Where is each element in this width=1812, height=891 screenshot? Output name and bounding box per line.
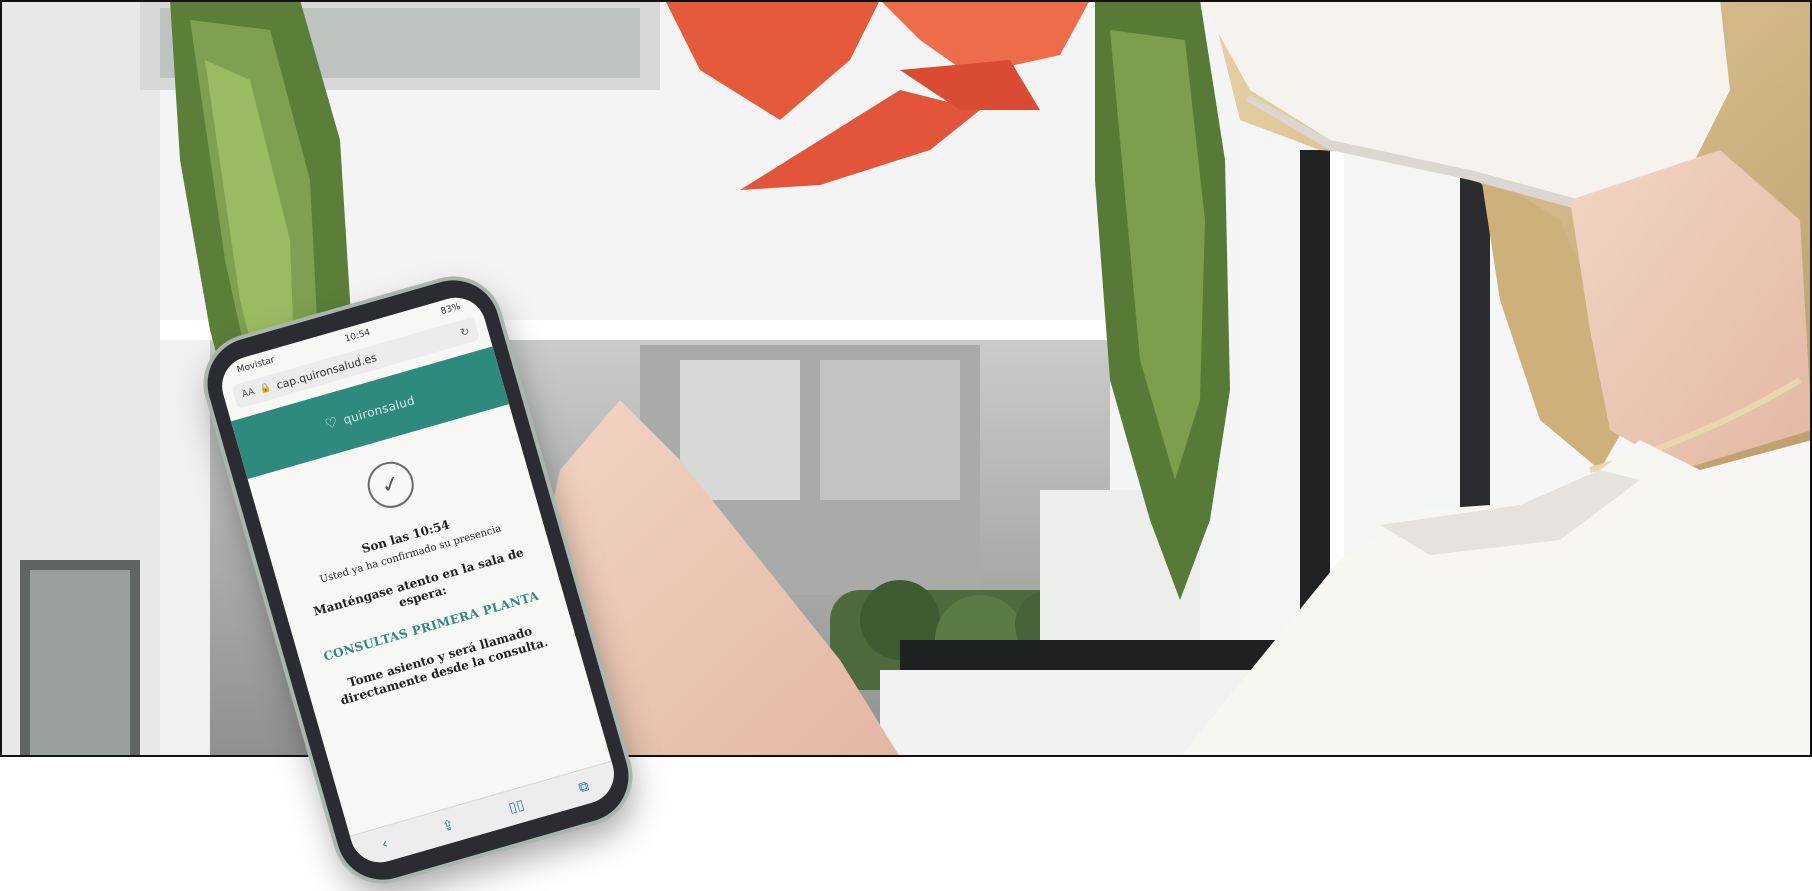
check-circle-icon: ✓ [362, 456, 420, 514]
share-icon[interactable]: ⇪ [441, 817, 457, 836]
reload-icon[interactable]: ↻ [458, 324, 470, 339]
lock-icon: 🔒 [258, 382, 273, 395]
book-icon[interactable]: ▯▯ [507, 797, 526, 817]
browser-toolbar: ‹ ⇪ ▯▯ ⧉ [349, 760, 621, 870]
brand-name: quironsalud [341, 393, 417, 428]
back-icon[interactable]: ‹ [380, 836, 390, 853]
battery-label: 83% [439, 301, 462, 318]
call-instruction: Tome asiento y será llamado directamente… [338, 623, 550, 708]
status-time: 10:54 [343, 327, 372, 345]
carrier-label: Movistar [235, 355, 276, 376]
text-size-button[interactable]: AA [241, 387, 256, 400]
tabs-icon[interactable]: ⧉ [577, 778, 591, 796]
heart-logo-icon: ♡ [323, 414, 341, 434]
